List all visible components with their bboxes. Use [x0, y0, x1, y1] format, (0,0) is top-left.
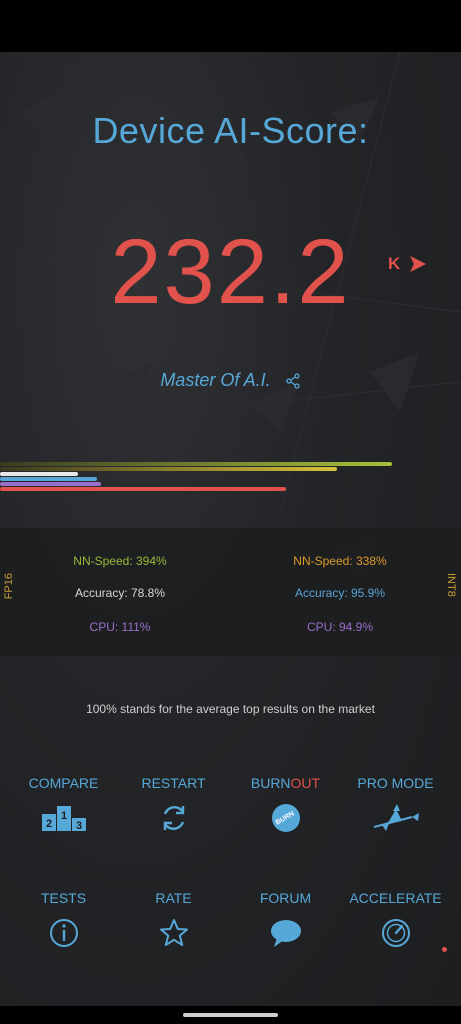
fp16-accuracy: Accuracy: 78.8%: [74, 586, 166, 600]
info-icon: [49, 919, 78, 947]
int8-nn-speed: NN-Speed: 338%: [293, 554, 387, 568]
purple-bar: [0, 482, 102, 486]
svg-text:2: 2: [45, 818, 51, 830]
int8-cpu: CPU: 94.9%: [306, 620, 374, 634]
compare-label: COMPARE: [28, 775, 99, 791]
info-note: 100% stands for the average top results …: [86, 702, 375, 716]
fp16-cpu: CPU: 111%: [89, 620, 151, 634]
notification-dot: [442, 947, 447, 952]
k-play-button[interactable]: K: [388, 254, 432, 274]
k-label: K: [388, 254, 401, 273]
score-bars: [0, 457, 461, 497]
navigation-bar: [0, 1006, 461, 1024]
green-bar: [0, 462, 392, 466]
int8-label: INT8: [445, 573, 457, 597]
blue-bar: [0, 477, 97, 481]
restart-button[interactable]: RESTART: [116, 775, 231, 835]
tests-label: TESTS: [40, 890, 87, 906]
forum-button[interactable]: FORUM: [228, 890, 343, 950]
int8-accuracy: Accuracy: 95.9%: [294, 586, 386, 600]
main-screen: Device AI-Score: 232.2 K Master Of A.I. …: [0, 52, 461, 1006]
star-icon: [159, 919, 188, 946]
witch-icon: [373, 804, 419, 831]
speedometer-icon: [381, 919, 410, 947]
accelerate-button[interactable]: ACCELERATE: [338, 890, 453, 950]
svg-text:3: 3: [75, 820, 81, 832]
restart-label: RESTART: [141, 775, 206, 791]
podium-icon: 2 1 3: [41, 806, 86, 832]
fp16-nn-speed: NN-Speed: 394%: [73, 554, 167, 568]
rank-row: Master Of A.I.: [0, 370, 461, 391]
fp16-label: FP16: [3, 573, 15, 600]
svg-text:1: 1: [60, 810, 66, 822]
burnout-label: BURNOUT: [250, 775, 321, 791]
burn-badge-icon: BURN: [271, 804, 300, 832]
refresh-icon: [163, 806, 184, 830]
tests-button[interactable]: TESTS: [6, 890, 121, 950]
home-gesture-pill[interactable]: [183, 1013, 278, 1017]
chat-bubble-icon: [270, 920, 301, 947]
compare-button[interactable]: COMPARE 2 1 3: [6, 775, 121, 835]
stats-panel: FP16 INT8 NN-Speed: 394% Accuracy: 78.8%…: [0, 528, 461, 656]
pro-mode-button[interactable]: PRO MODE: [338, 775, 453, 835]
share-icon[interactable]: [285, 372, 301, 389]
play-icon: [410, 256, 426, 272]
accelerate-label: ACCELERATE: [349, 890, 442, 906]
rank-title: Master Of A.I.: [160, 370, 271, 390]
red-bar: [0, 487, 286, 491]
yellow-bar: [0, 467, 337, 471]
burnout-button[interactable]: BURNOUT BURN: [228, 775, 343, 835]
pro-mode-label: PRO MODE: [357, 775, 434, 791]
status-bar: [0, 0, 461, 52]
rate-label: RATE: [155, 890, 192, 906]
white-bar: [0, 472, 79, 476]
rate-button[interactable]: RATE: [116, 890, 231, 950]
forum-label: FORUM: [259, 890, 312, 906]
page-title: Device AI-Score:: [92, 110, 369, 151]
